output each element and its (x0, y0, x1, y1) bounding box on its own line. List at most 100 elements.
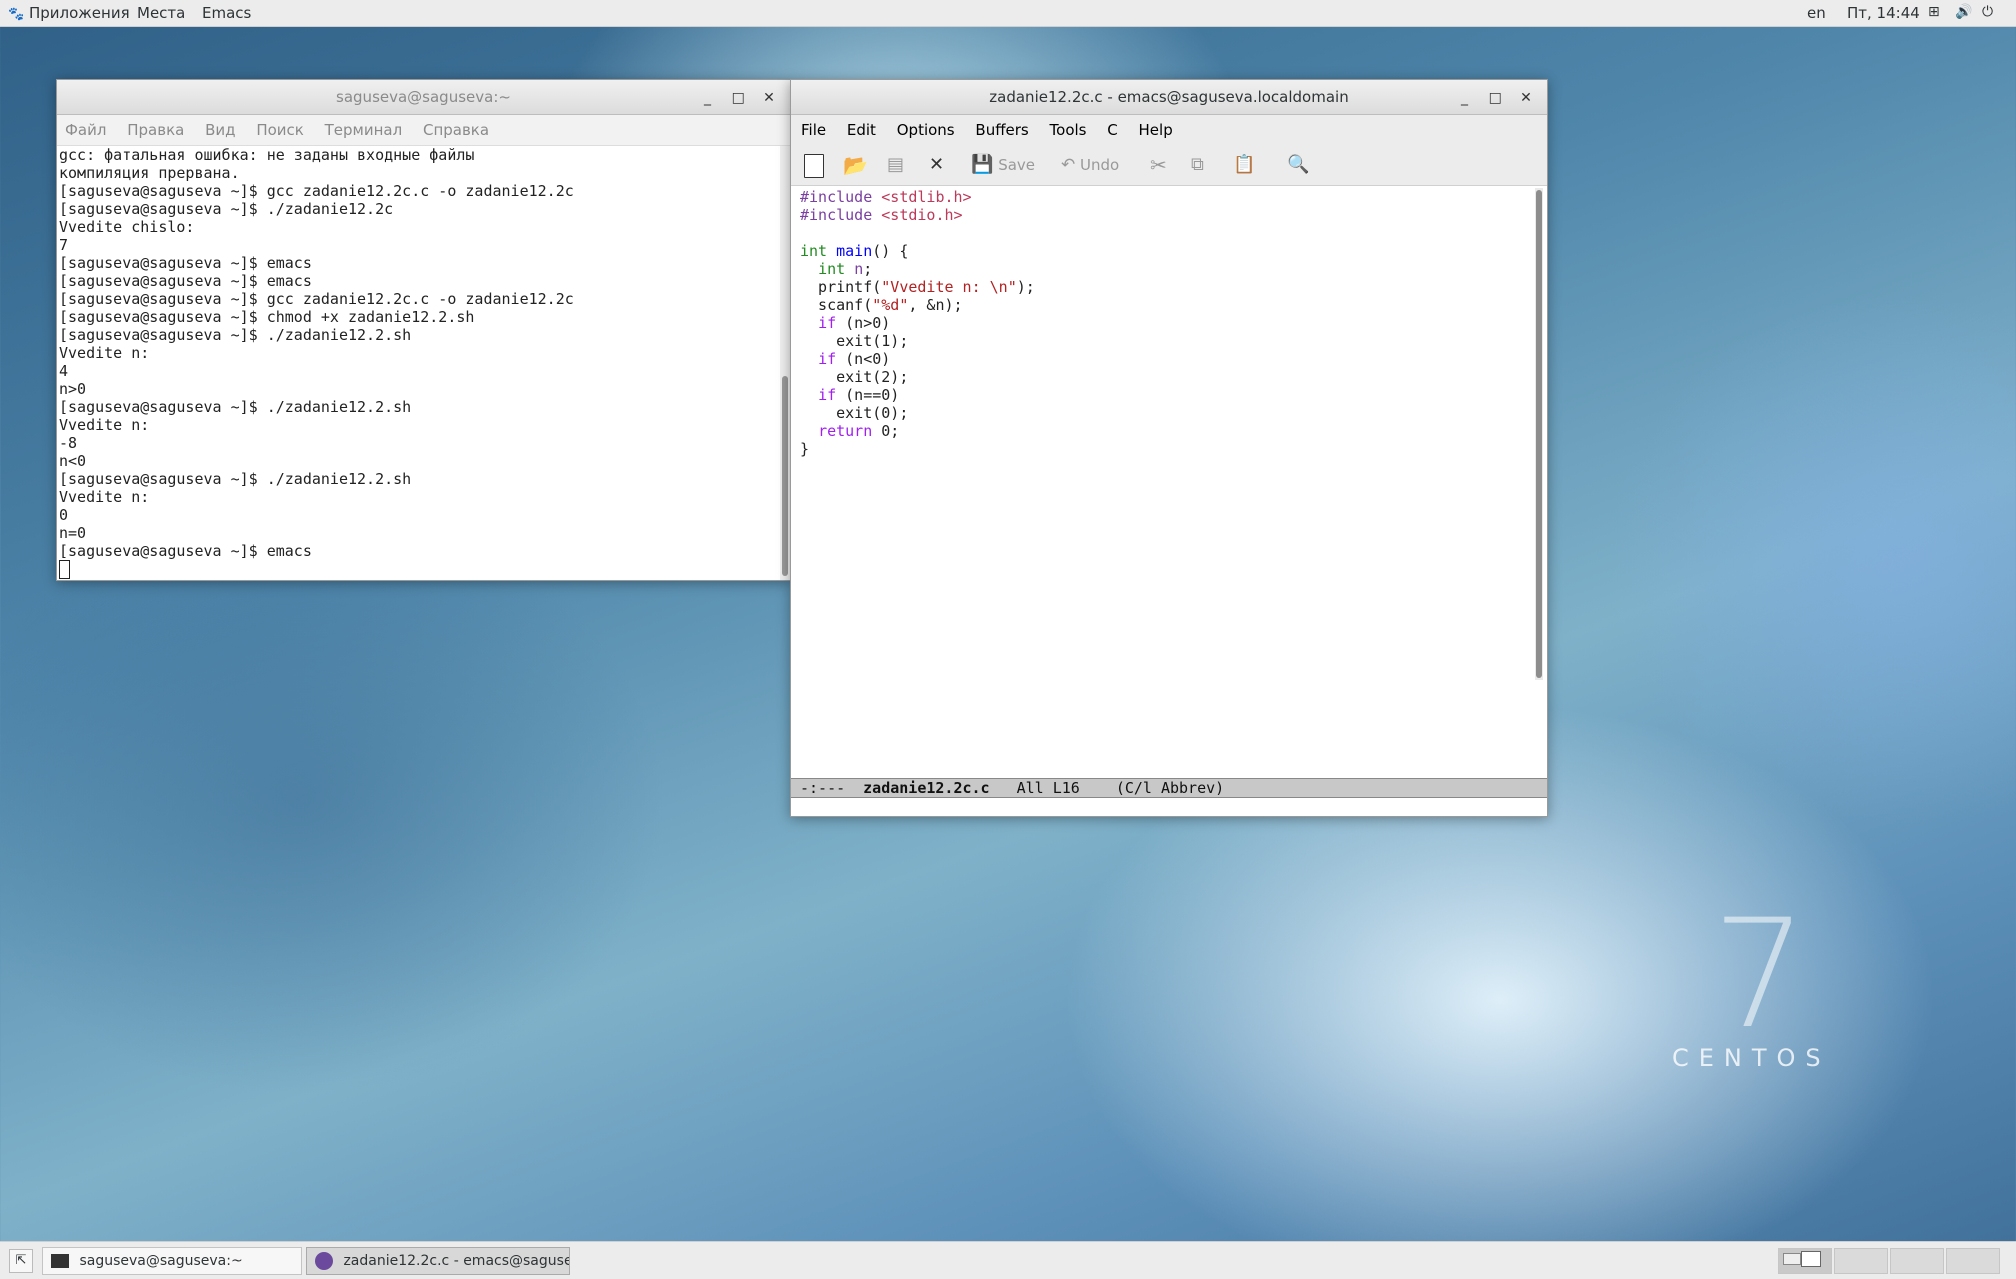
menu-file[interactable]: File (801, 121, 826, 139)
terminal-line: n<0 (59, 452, 87, 470)
new-file-icon[interactable] (804, 151, 824, 179)
code-token: exit(1); (800, 332, 909, 350)
code-line: int n; (800, 260, 1552, 278)
terminal-line: 0 (59, 506, 69, 524)
modeline-mode[interactable]: (C/l Abbrev) (1116, 779, 1224, 797)
modeline-buffer[interactable]: zadanie12.2c.c (863, 779, 989, 797)
menu-file[interactable]: Файл (65, 121, 106, 139)
minimize-icon[interactable]: _ (1451, 81, 1477, 115)
code-line: exit(0); (800, 404, 1552, 422)
menu-help[interactable]: Help (1139, 121, 1173, 139)
close-icon[interactable]: ✕ (1513, 81, 1539, 115)
menu-edit[interactable]: Edit (847, 121, 876, 139)
code-editor[interactable]: #include <stdlib.h> #include <stdio.h> int… (800, 188, 1552, 776)
terminal-window: saguseva@saguseva:~ _ □ ✕ Файл Правка Ви… (56, 79, 791, 581)
places-menu[interactable]: Места (137, 4, 185, 22)
menu-tools[interactable]: Tools (1050, 121, 1087, 139)
maximize-icon[interactable]: □ (1482, 81, 1508, 115)
code-token: , &n); (908, 296, 963, 314)
menu-search[interactable]: Поиск (256, 121, 304, 139)
code-line: scanf("%d", &n); (800, 296, 1552, 314)
workspace-3[interactable] (1890, 1248, 1944, 1274)
menu-help[interactable]: Справка (423, 121, 489, 139)
code-token: exit(0); (800, 404, 909, 422)
code-token: int (800, 242, 828, 260)
save-button[interactable]: 💾 Save (971, 151, 1035, 179)
emacs-scroll-thumb[interactable] (1536, 190, 1542, 678)
emacs-titlebar[interactable]: zadanie12.2c.c - emacs@saguseva.localdom… (791, 80, 1547, 115)
workspace-2[interactable] (1834, 1248, 1888, 1274)
code-line: if (n==0) (800, 386, 1552, 404)
save-icon: 💾 (971, 154, 994, 175)
workspace-1[interactable] (1778, 1248, 1832, 1274)
code-line: exit(2); (800, 368, 1552, 386)
volume-icon[interactable]: 🔊 (1955, 4, 1972, 20)
open-folder-icon[interactable]: 📂 (843, 151, 868, 179)
menu-view[interactable]: Вид (205, 121, 235, 139)
terminal-line: [saguseva@saguseva ~]$ chmod +x zadanie1… (59, 308, 475, 326)
menu-edit[interactable]: Правка (127, 121, 184, 139)
menu-buffers[interactable]: Buffers (975, 121, 1028, 139)
taskbar-emacs-label: zadanie12.2c.c - emacs@saguseva.lo... (343, 1253, 569, 1269)
undo-icon: ↶ (1061, 155, 1076, 175)
terminal-line: [saguseva@saguseva ~]$ gcc zadanie12.2c.… (59, 182, 574, 200)
dired-icon[interactable]: ▤ (887, 151, 904, 179)
menu-terminal[interactable]: Терминал (325, 121, 403, 139)
applications-menu[interactable]: 🐾 Приложения (8, 4, 130, 22)
kill-buffer-icon[interactable]: ✕ (929, 151, 944, 179)
text-cursor (59, 560, 70, 579)
code-token: printf( (800, 278, 882, 296)
search-icon[interactable]: 🔍 (1287, 151, 1309, 179)
minimize-icon[interactable]: _ (694, 81, 720, 115)
close-icon[interactable]: ✕ (756, 81, 782, 115)
paste-icon[interactable]: 📋 (1233, 151, 1255, 179)
taskbar: ⇱ saguseva@saguseva:~ zadanie12.2c.c - e… (0, 1241, 2016, 1279)
menu-options[interactable]: Options (897, 121, 955, 139)
emacs-title: zadanie12.2c.c - emacs@saguseva.localdom… (989, 88, 1349, 106)
terminal-titlebar[interactable]: saguseva@saguseva:~ _ □ ✕ (57, 80, 790, 115)
keyboard-layout[interactable]: en (1807, 4, 1826, 22)
minibuffer[interactable] (791, 798, 1547, 815)
code-line: printf("Vvedite n: \n"); (800, 278, 1552, 296)
emacs-scrollbar[interactable] (1535, 188, 1543, 680)
show-desktop-icon[interactable]: ⇱ (9, 1249, 33, 1273)
undo-button[interactable]: ↶ Undo (1061, 151, 1119, 179)
code-line: exit(1); (800, 332, 1552, 350)
menu-c[interactable]: C (1107, 121, 1117, 139)
applications-label: Приложения (28, 4, 130, 22)
centos-version-logo: 7 (1712, 888, 1808, 1062)
terminal-line: gcc: фатальная ошибка: не заданы входные… (59, 146, 475, 164)
cut-icon[interactable]: ✂ (1150, 151, 1167, 179)
network-icon[interactable]: ⊞ (1928, 4, 1940, 20)
taskbar-emacs[interactable]: zadanie12.2c.c - emacs@saguseva.lo... (306, 1247, 570, 1275)
terminal-menubar: Файл Правка Вид Поиск Терминал Справка (57, 115, 790, 146)
code-token: if (818, 350, 837, 368)
code-line: #include <stdlib.h> (800, 188, 1552, 206)
terminal-output[interactable]: gcc: фатальная ошибка: не заданы входные… (57, 146, 778, 580)
workspace-4[interactable] (1946, 1248, 2000, 1274)
clock[interactable]: Пт, 14:44 (1847, 4, 1920, 22)
terminal-scrollbar[interactable] (780, 146, 790, 580)
apps-icon: 🐾 (8, 7, 25, 22)
code-token: ); (1016, 278, 1035, 296)
terminal-line: n>0 (59, 380, 87, 398)
taskbar-terminal[interactable]: saguseva@saguseva:~ (42, 1247, 302, 1275)
power-icon[interactable]: ⏻ (1982, 4, 1993, 20)
code-token: if (818, 314, 837, 332)
terminal-icon (51, 1254, 69, 1268)
terminal-line: [saguseva@saguseva ~]$ ./zadanie12.2c (59, 200, 394, 218)
terminal-line: 4 (59, 362, 69, 380)
maximize-icon[interactable]: □ (725, 81, 751, 115)
emacs-window: zadanie12.2c.c - emacs@saguseva.localdom… (790, 79, 1548, 817)
code-token: (n>0) (836, 314, 891, 332)
terminal-scroll-thumb[interactable] (782, 376, 788, 576)
code-token: (n<0) (836, 350, 891, 368)
copy-icon[interactable]: ⧉ (1191, 151, 1204, 179)
terminal-line: Vvedite n: (59, 416, 150, 434)
code-line: #include <stdio.h> (800, 206, 1552, 224)
terminal-line: [saguseva@saguseva ~]$ ./zadanie12.2.sh (59, 470, 412, 488)
terminal-line: [saguseva@saguseva ~]$ emacs (59, 542, 312, 560)
emacs-app-menu[interactable]: Emacs (202, 4, 251, 22)
